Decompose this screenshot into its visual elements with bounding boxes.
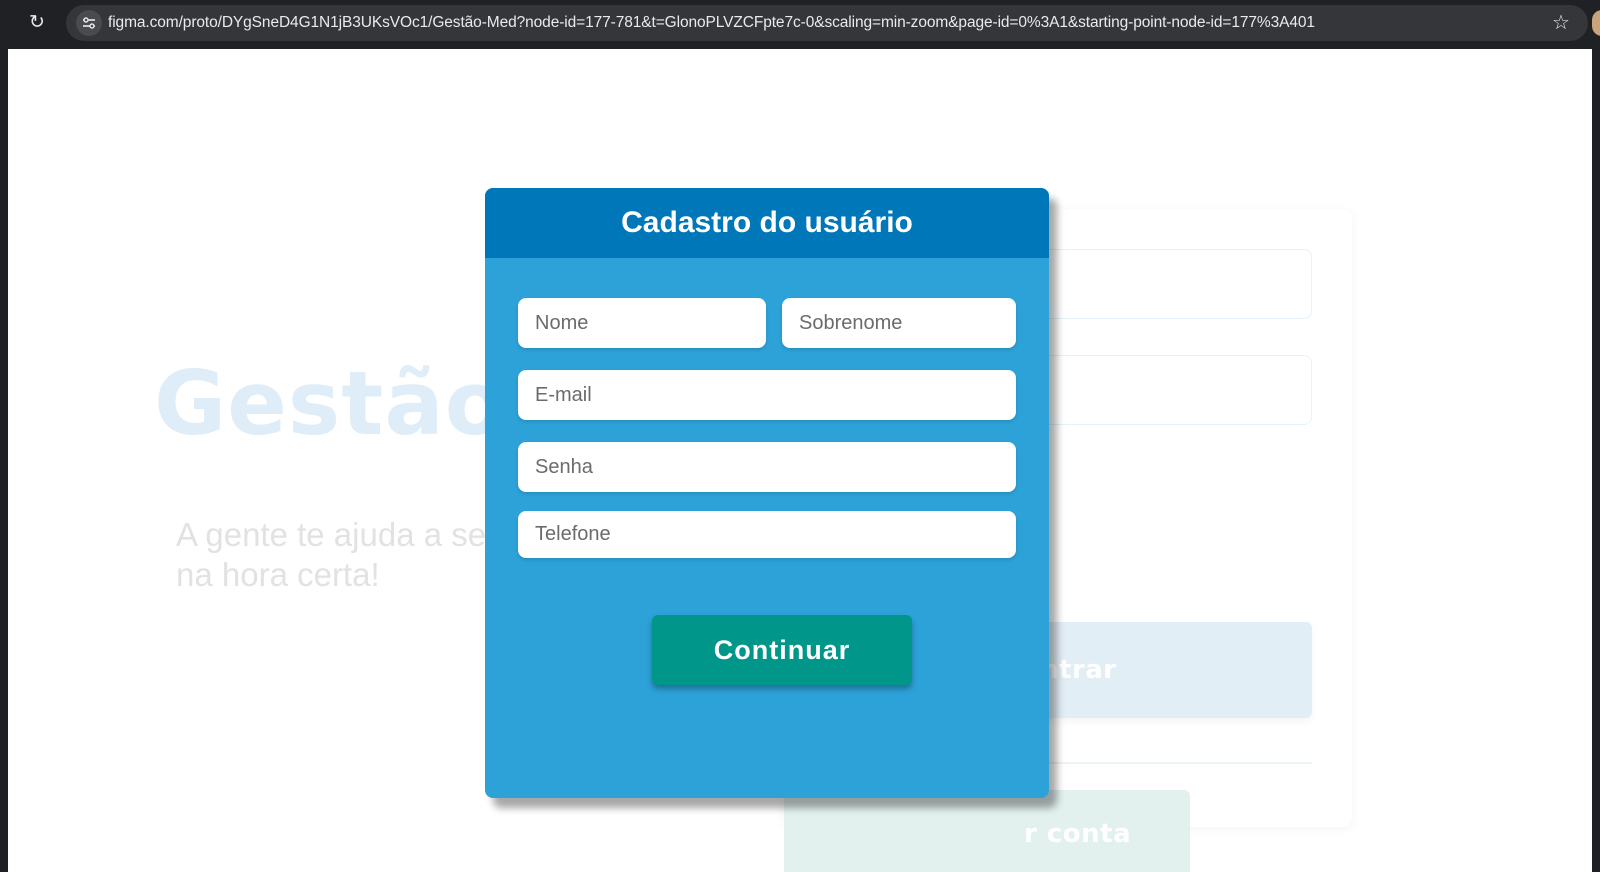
- profile-avatar[interactable]: [1592, 10, 1600, 36]
- continue-button[interactable]: Continuar: [652, 615, 912, 685]
- background-enter-label: ntrar: [1040, 655, 1117, 685]
- site-settings-icon[interactable]: [76, 10, 102, 36]
- modal-title: Cadastro do usuário: [621, 206, 913, 239]
- background-tagline: A gente te ajuda a se na hora certa!: [176, 515, 536, 595]
- reload-icon[interactable]: ↻: [24, 10, 50, 36]
- address-bar[interactable]: figma.com/proto/DYgSneD4G1N1jB3UKsVOc1/G…: [66, 5, 1588, 41]
- email-input[interactable]: [518, 370, 1016, 420]
- last-name-input[interactable]: [782, 298, 1016, 348]
- registration-modal: Cadastro do usuário Continuar: [485, 188, 1049, 798]
- modal-header: Cadastro do usuário: [485, 188, 1049, 258]
- background-app-title: Gestão: [154, 352, 507, 455]
- password-input[interactable]: [518, 442, 1016, 492]
- page-viewport: Gestão A gente te ajuda a se na hora cer…: [8, 49, 1592, 872]
- bookmark-star-icon[interactable]: ☆: [1548, 10, 1574, 36]
- url-text[interactable]: figma.com/proto/DYgSneD4G1N1jB3UKsVOc1/G…: [108, 5, 1315, 41]
- background-create-account-button: r conta: [784, 790, 1190, 872]
- tagline-line-1: A gente te ajuda a se: [176, 516, 487, 553]
- phone-input[interactable]: [518, 511, 1016, 558]
- tagline-line-2: na hora certa!: [176, 556, 380, 593]
- background-create-label: r conta: [1024, 819, 1132, 849]
- first-name-input[interactable]: [518, 298, 766, 348]
- browser-toolbar: ↻ figma.com/proto/DYgSneD4G1N1jB3UKsVOc1…: [0, 0, 1600, 49]
